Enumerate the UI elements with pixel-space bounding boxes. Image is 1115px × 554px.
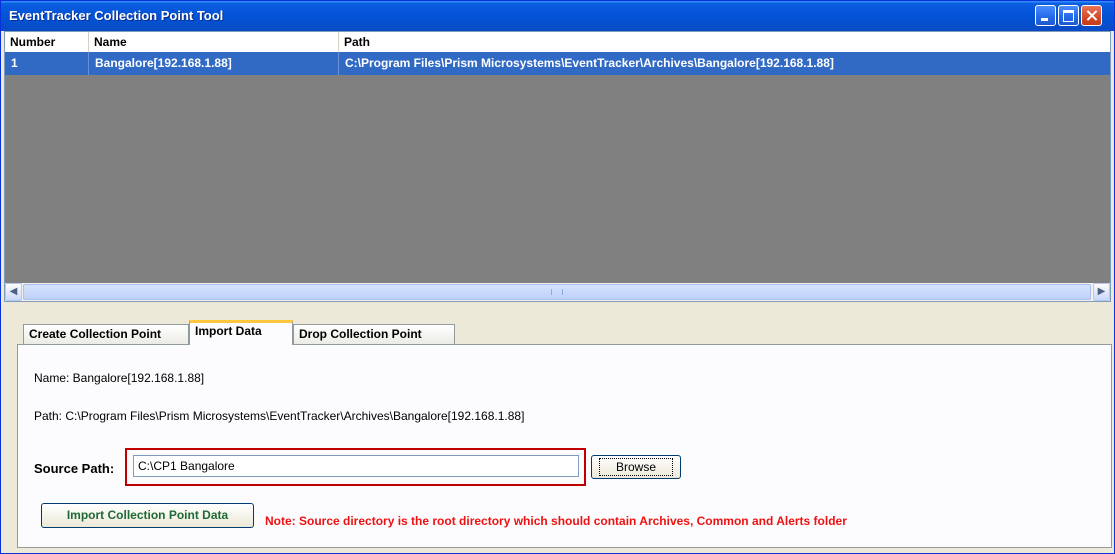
close-icon[interactable] — [1081, 5, 1102, 26]
browse-button[interactable]: Browse — [591, 455, 681, 479]
maximize-icon[interactable] — [1058, 5, 1079, 26]
source-directory-note: Note: Source directory is the root direc… — [265, 514, 847, 528]
row-path: C:\Program Files\Prism Microsystems\Even… — [345, 56, 834, 70]
column-header-path[interactable]: Path — [339, 32, 1110, 52]
source-path-label: Source Path: — [34, 461, 115, 476]
tab-import-data[interactable]: Import Data — [189, 320, 293, 345]
title-bar[interactable]: EventTracker Collection Point Tool — [1, 1, 1114, 31]
row-number: 1 — [5, 52, 89, 75]
source-path-input[interactable] — [133, 455, 579, 477]
tab-drop-collection-point[interactable]: Drop Collection Point — [293, 324, 455, 344]
window-title: EventTracker Collection Point Tool — [9, 8, 224, 23]
app-window: EventTracker Collection Point Tool Numbe… — [0, 0, 1115, 554]
minimize-icon[interactable] — [1035, 5, 1056, 26]
tab-create-collection-point[interactable]: Create Collection Point — [23, 324, 189, 344]
scrollbar-thumb[interactable] — [23, 284, 1091, 300]
import-data-panel: Name: Bangalore[192.168.1.88] Path: C:\P… — [17, 344, 1112, 548]
scroll-right-icon[interactable]: ▶ — [1093, 283, 1110, 301]
column-header-number[interactable]: Number — [5, 32, 89, 52]
collection-point-path: Path: C:\Program Files\Prism Microsystem… — [34, 409, 525, 423]
column-header-name[interactable]: Name — [89, 32, 339, 52]
import-collection-point-data-button[interactable]: Import Collection Point Data — [41, 503, 254, 528]
collection-point-name: Name: Bangalore[192.168.1.88] — [34, 371, 205, 385]
row-name: Bangalore[192.168.1.88] — [89, 52, 339, 75]
horizontal-scrollbar[interactable]: ◀ ▶ — [5, 283, 1110, 301]
grid-header: Number Name Path — [5, 32, 1110, 53]
table-row[interactable]: 1 Bangalore[192.168.1.88] C:\Program Fil… — [5, 52, 1110, 75]
scroll-left-icon[interactable]: ◀ — [5, 283, 22, 301]
browse-button-label: Browse — [598, 458, 673, 476]
collection-point-grid[interactable]: Number Name Path 1 Bangalore[192.168.1.8… — [4, 31, 1111, 302]
grip-icon — [551, 289, 563, 295]
